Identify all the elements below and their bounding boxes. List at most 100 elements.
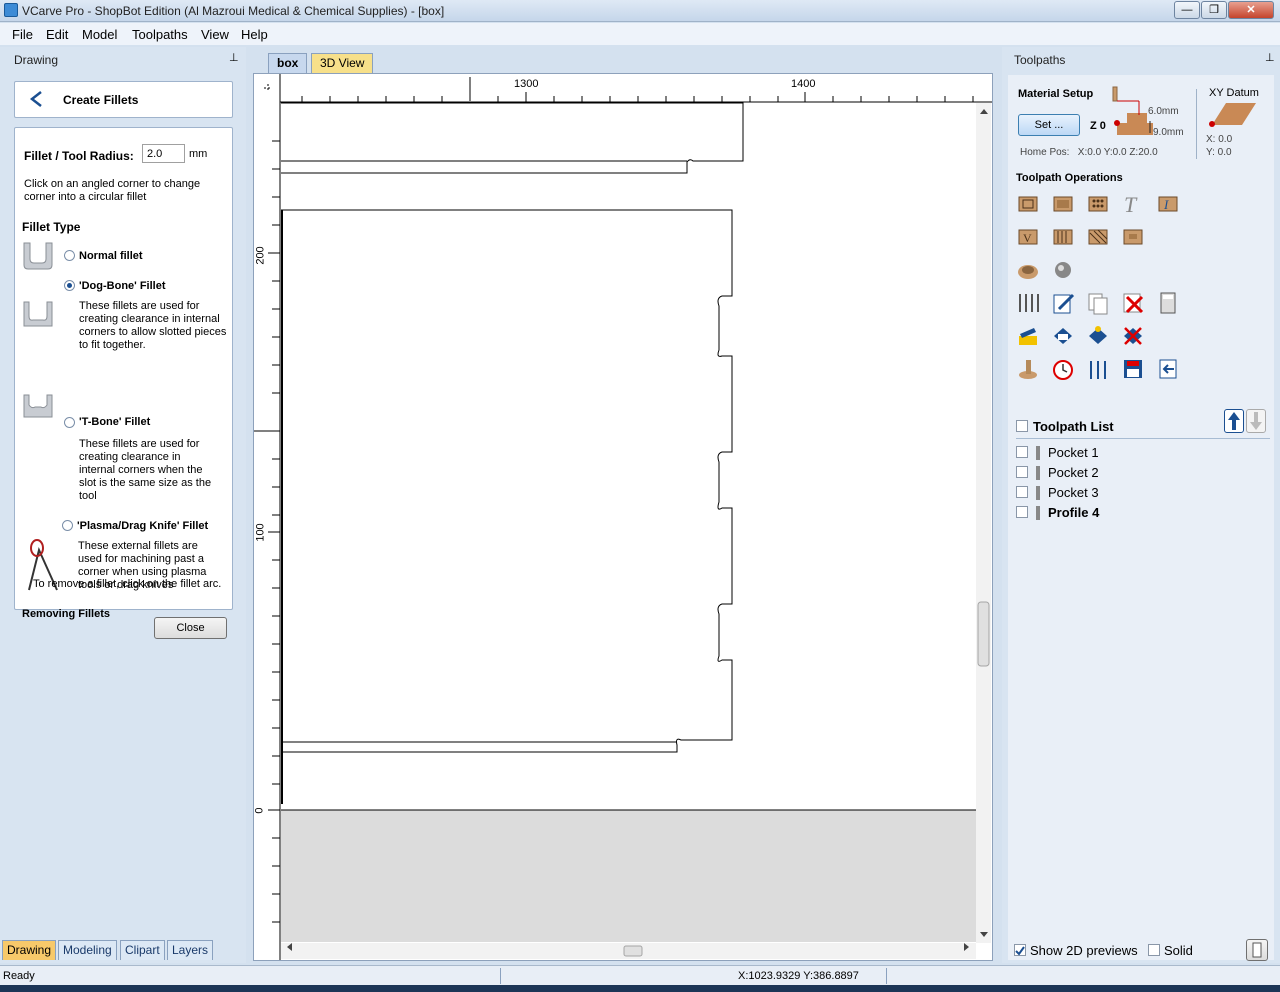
tab-layers[interactable]: Layers xyxy=(167,940,214,960)
canvas-drawing xyxy=(254,74,992,960)
toolpath-checkbox[interactable] xyxy=(1016,506,1028,518)
drawing-panel: Drawing ⊥ Create Fillets Fillet / Tool R… xyxy=(0,47,246,963)
calculator-icon[interactable] xyxy=(1156,291,1180,315)
normal-fillet-label[interactable]: Normal fillet xyxy=(79,250,143,263)
menu-edit[interactable]: Edit xyxy=(46,27,68,42)
divider xyxy=(500,968,501,984)
svg-text:I: I xyxy=(1163,197,1169,212)
xy-datum-icon[interactable] xyxy=(1206,99,1258,129)
fluting-toolpath-icon[interactable] xyxy=(1051,225,1075,249)
radius-input[interactable] xyxy=(142,144,185,163)
tab-3d-view[interactable]: 3D View xyxy=(311,53,374,73)
normal-fillet-radio[interactable] xyxy=(64,250,75,261)
menu-help[interactable]: Help xyxy=(241,27,268,42)
divider xyxy=(1016,438,1270,439)
recalculate-all-icon[interactable] xyxy=(1016,324,1040,348)
prism-toolpath-icon[interactable] xyxy=(1121,225,1145,249)
fillet-form: Fillet / Tool Radius: mm Click on an ang… xyxy=(14,127,233,620)
tool-database-icon[interactable] xyxy=(1016,291,1040,315)
3d-roughing-icon[interactable] xyxy=(1051,258,1075,282)
toolpath-list-label: Toolpath List xyxy=(1033,419,1114,434)
delete-toolpath-icon[interactable] xyxy=(1121,291,1145,315)
move-down-button[interactable] xyxy=(1246,409,1266,433)
operations-label: Toolpath Operations xyxy=(1016,172,1123,184)
toolpath-list-select-all-checkbox[interactable] xyxy=(1016,420,1028,432)
removing-fillets-text: To remove a fillet, click on the fillet … xyxy=(33,578,222,590)
toolpath-name: Pocket 2 xyxy=(1048,465,1099,480)
preview-toolpaths-icon[interactable] xyxy=(1051,324,1075,348)
toolpath-checkbox[interactable] xyxy=(1016,446,1028,458)
menu-toolpaths[interactable]: Toolpaths xyxy=(132,27,188,42)
pin-icon[interactable]: ⊥ xyxy=(1265,51,1275,64)
ruler-label-200: 200 xyxy=(254,246,267,265)
toolpath-checkbox[interactable] xyxy=(1016,486,1028,498)
merge-toolpaths-icon[interactable] xyxy=(1086,357,1110,381)
toolpath-name: Pocket 3 xyxy=(1048,485,1099,500)
export-toolpath-icon[interactable] xyxy=(1156,357,1180,381)
menu-file[interactable]: File xyxy=(12,27,33,42)
template-icon[interactable] xyxy=(1016,357,1040,381)
t-bone-fillet-label[interactable]: 'T-Bone' Fillet xyxy=(79,416,150,429)
removing-fillets-label: Removing Fillets xyxy=(22,608,111,620)
toolpath-row[interactable]: Pocket 3 xyxy=(1016,485,1216,505)
toolpath-row[interactable]: Pocket 2 xyxy=(1016,465,1216,485)
panel-title: Drawing xyxy=(14,53,59,67)
edit-toolpath-icon[interactable] xyxy=(1051,291,1075,315)
plasma-fillet-radio[interactable] xyxy=(62,520,73,531)
preview-selected-icon[interactable] xyxy=(1086,324,1110,348)
t-bone-fillet-radio[interactable] xyxy=(64,417,75,428)
time-estimate-icon[interactable] xyxy=(1051,357,1075,381)
copy-toolpath-icon[interactable] xyxy=(1086,291,1110,315)
reset-preview-icon[interactable] xyxy=(1121,324,1145,348)
end-mill-icon xyxy=(1036,466,1040,480)
close-window-button[interactable]: ✕ xyxy=(1228,1,1274,19)
tab-clipart[interactable]: Clipart xyxy=(120,940,165,960)
v-carve-icon[interactable]: V xyxy=(1016,225,1040,249)
toolpath-name: Profile 4 xyxy=(1048,505,1100,520)
pin-icon[interactable]: ⊥ xyxy=(229,51,239,64)
menu-view[interactable]: View xyxy=(201,27,229,42)
dog-bone-fillet-description: These fillets are used for creating clea… xyxy=(79,300,227,351)
taskbar xyxy=(0,985,1280,992)
move-up-button[interactable] xyxy=(1224,409,1244,433)
minimize-button[interactable]: — xyxy=(1174,1,1200,19)
menu-model[interactable]: Model xyxy=(82,27,117,42)
drawing-canvas[interactable]: 1300 1400 200 100 0 xyxy=(253,73,993,961)
molding-toolpath-icon[interactable] xyxy=(1016,258,1040,282)
texture-toolpath-icon[interactable] xyxy=(1086,225,1110,249)
dog-bone-fillet-radio[interactable] xyxy=(64,280,75,291)
back-arrow-icon[interactable] xyxy=(27,90,45,108)
text-engrave-icon[interactable]: T xyxy=(1121,192,1145,216)
material-set-button[interactable]: Set ... xyxy=(1018,114,1080,136)
toolpath-row[interactable]: Profile 4 xyxy=(1016,505,1216,525)
datum-x: X: 0.0 xyxy=(1206,134,1233,145)
maximize-button[interactable]: ❐ xyxy=(1201,1,1227,19)
solid-checkbox[interactable] xyxy=(1148,944,1160,956)
show-2d-previews-label[interactable]: Show 2D previews xyxy=(1030,943,1138,958)
tab-modeling[interactable]: Modeling xyxy=(58,940,117,960)
svg-text:T: T xyxy=(1124,192,1138,216)
plasma-fillet-label[interactable]: 'Plasma/Drag Knife' Fillet xyxy=(77,520,208,533)
window-title: VCarve Pro - ShopBot Edition (Al Mazroui… xyxy=(22,4,445,18)
status-text: Ready xyxy=(3,970,35,982)
toolpath-checkbox[interactable] xyxy=(1016,466,1028,478)
pocket-toolpath-icon[interactable] xyxy=(1051,192,1075,216)
show-2d-previews-checkbox[interactable] xyxy=(1014,944,1026,956)
app-icon xyxy=(4,3,18,17)
profile-toolpath-icon[interactable] xyxy=(1016,192,1040,216)
tab-drawing[interactable]: Drawing xyxy=(2,940,57,960)
save-toolpath-icon[interactable] xyxy=(1121,357,1145,381)
solid-label[interactable]: Solid xyxy=(1164,943,1193,958)
title-bar: VCarve Pro - ShopBot Edition (Al Mazroui… xyxy=(0,0,1280,22)
toolpath-summary-button[interactable] xyxy=(1246,939,1268,961)
tab-box[interactable]: box xyxy=(268,53,308,73)
ruler-label-1400: 1400 xyxy=(791,78,816,90)
dog-bone-fillet-icon xyxy=(23,301,53,327)
drilling-toolpath-icon[interactable] xyxy=(1086,192,1110,216)
dog-bone-fillet-label[interactable]: 'Dog-Bone' Fillet xyxy=(79,280,166,293)
toolpath-row[interactable]: Pocket 1 xyxy=(1016,445,1216,465)
xy-datum-label: XY Datum xyxy=(1209,87,1259,99)
inlay-toolpath-icon[interactable]: I xyxy=(1156,192,1180,216)
operations-toolbar: T I V xyxy=(1016,192,1216,422)
close-button[interactable]: Close xyxy=(154,617,227,639)
